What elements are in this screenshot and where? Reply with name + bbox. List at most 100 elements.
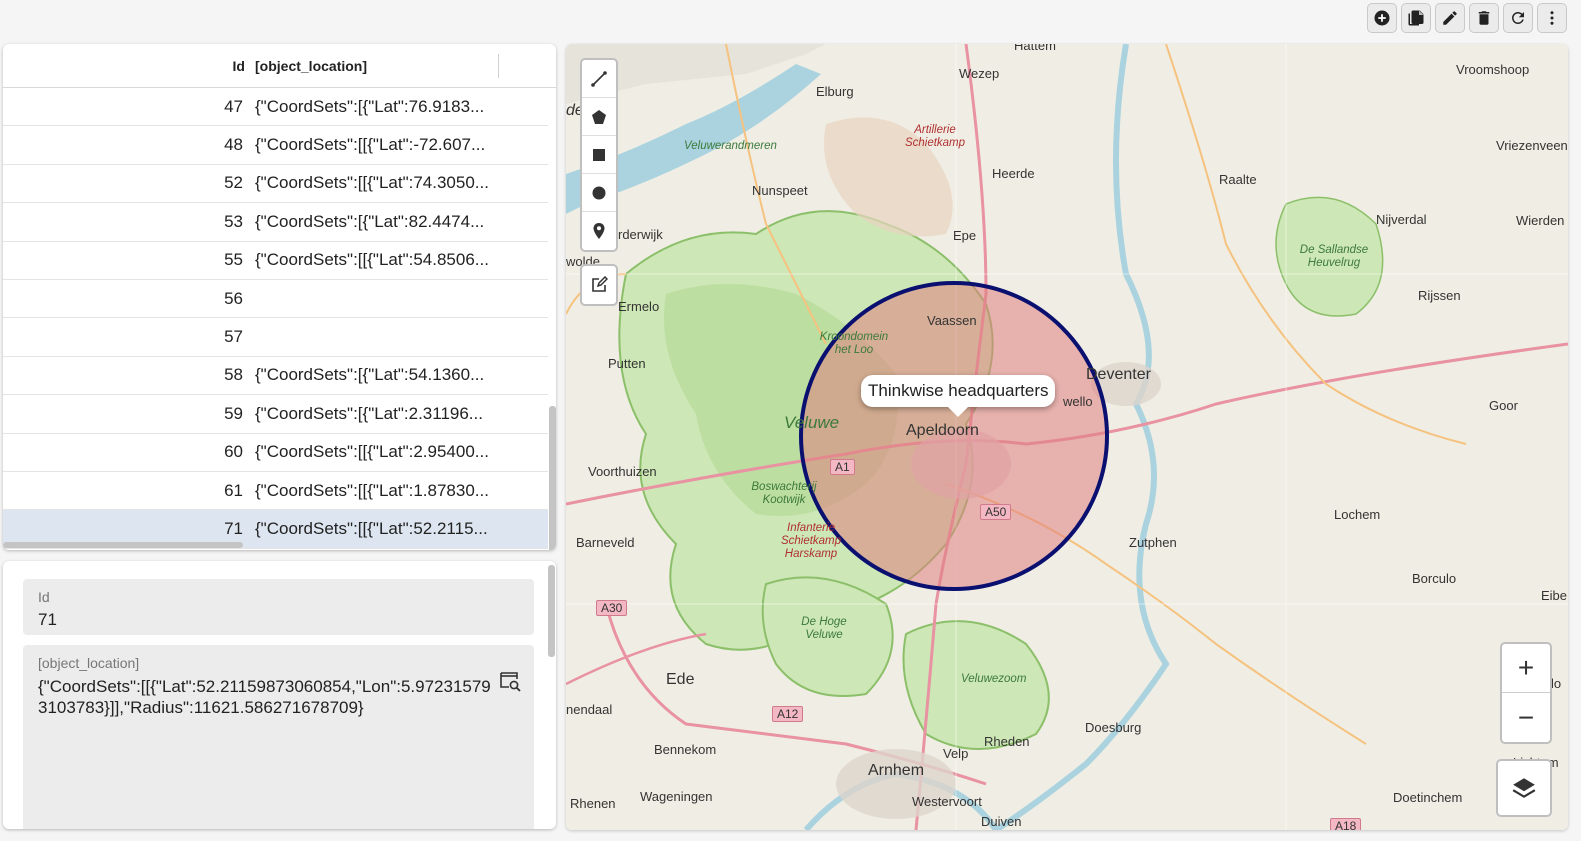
draw-polygon-button[interactable] <box>582 98 616 136</box>
draw-rectangle-button[interactable] <box>582 136 616 174</box>
cell-object-location: {"CoordSets":[[{"Lat":74.3050... <box>255 173 489 193</box>
place-label: Doetinchem <box>1393 790 1463 805</box>
place-label: Wezep <box>959 66 1000 81</box>
place-label: Nijverdal <box>1376 212 1427 227</box>
place-label: Wierden <box>1516 213 1565 228</box>
place-label: Duiven <box>981 814 1022 829</box>
more-button[interactable] <box>1537 3 1567 33</box>
table-row[interactable]: 52 {"CoordSets":[[{"Lat":74.3050... <box>3 165 548 204</box>
place-label: Kroondomein het Loo <box>819 331 889 356</box>
table-row[interactable]: 59 {"CoordSets":[{"Lat":2.31196... <box>3 395 548 434</box>
column-header-id[interactable]: Id <box>3 58 249 74</box>
table-row[interactable]: 57 <box>3 318 548 357</box>
map-tiles <box>566 44 1568 830</box>
cell-object-location: {"CoordSets":[[{"Lat":2.95400... <box>255 442 489 462</box>
grid-horizontal-scrollbar[interactable] <box>3 542 243 548</box>
cell-id: 60 <box>224 442 243 462</box>
place-label: Zutphen <box>1129 535 1177 550</box>
draw-toolbar <box>580 58 618 252</box>
cell-id: 59 <box>224 403 243 423</box>
place-label: De Hoge Veluwe <box>801 616 847 641</box>
cell-id: 48 <box>224 135 243 155</box>
draw-circle-button[interactable] <box>582 174 616 212</box>
form-scrollbar[interactable] <box>548 565 555 657</box>
detail-form: Id 71 [object_location] {"CoordSets":[[{… <box>3 561 556 829</box>
draw-marker-button[interactable] <box>582 212 616 250</box>
layers-button[interactable] <box>1496 759 1552 817</box>
place-label: Epe <box>953 228 977 243</box>
edit-layers-button[interactable] <box>580 264 618 306</box>
place-label: Westervoort <box>912 794 982 809</box>
table-row[interactable]: 56 <box>3 280 548 319</box>
place-label: Veluwezoom <box>961 673 1027 685</box>
cell-id: 55 <box>224 250 243 270</box>
place-label: Infanterie Schietkamp Harskamp <box>780 522 842 560</box>
add-button[interactable] <box>1367 3 1397 33</box>
place-label: Raalte <box>1219 172 1257 187</box>
zoom-out-button[interactable]: − <box>1502 693 1550 742</box>
place-label: Vroomshoop <box>1456 62 1530 77</box>
delete-button[interactable] <box>1469 3 1499 33</box>
map-view[interactable]: Hattem Wezep Elburg Vroomshoop Artilleri… <box>566 44 1568 830</box>
cell-object-location: {"CoordSets":[{"Lat":2.31196... <box>255 403 483 423</box>
refresh-button[interactable] <box>1503 3 1533 33</box>
cell-id: 61 <box>224 480 243 500</box>
road-shield: A1 <box>830 459 855 475</box>
edit-button[interactable] <box>1435 3 1465 33</box>
table-row[interactable]: 53 {"CoordSets":[{"Lat":82.4474... <box>3 203 548 242</box>
cell-object-location: {"CoordSets":[[{"Lat":52.2115... <box>255 518 488 538</box>
place-label: wello <box>1063 394 1093 409</box>
place-label: Veluwe <box>784 413 840 432</box>
place-label: Deventer <box>1086 366 1151 383</box>
id-field[interactable]: Id 71 <box>23 579 534 635</box>
column-header-object-location[interactable]: [object_location] <box>249 58 493 74</box>
road-shield: A18 <box>1330 818 1362 830</box>
id-field-label: Id <box>38 589 50 605</box>
table-row[interactable]: 47 {"CoordSets":[{"Lat":76.9183... <box>3 88 548 127</box>
object-location-field-label: [object_location] <box>38 655 140 671</box>
zoom-in-button[interactable]: + <box>1502 644 1550 693</box>
cell-object-location: {"CoordSets":[{"Lat":82.4474... <box>255 211 485 231</box>
cell-id: 47 <box>224 96 243 116</box>
table-row[interactable]: 48 {"CoordSets":[[{"Lat":-72.607... <box>3 126 548 165</box>
cell-object-location: {"CoordSets":[[{"Lat":-72.607... <box>255 135 486 155</box>
place-label: rderwijk <box>618 227 663 242</box>
draw-polyline-button[interactable] <box>582 60 616 98</box>
place-label: Doesburg <box>1085 720 1142 735</box>
marker-icon <box>593 223 605 239</box>
cell-id: 52 <box>224 173 243 193</box>
rectangle-icon <box>593 148 605 161</box>
copy-button[interactable] <box>1401 3 1431 33</box>
grid-header: Id [object_location] <box>3 44 556 88</box>
place-label: Lochem <box>1334 507 1381 522</box>
table-row[interactable]: 55 {"CoordSets":[[{"Lat":54.8506... <box>3 242 548 280</box>
column-divider[interactable] <box>498 54 499 78</box>
data-grid: Id [object_location] 47 {"CoordSets":[{"L… <box>3 44 556 550</box>
place-label: Borculo <box>1412 571 1457 586</box>
table-row[interactable]: 60 {"CoordSets":[[{"Lat":2.95400... <box>3 434 548 472</box>
cell-id: 71 <box>224 518 243 538</box>
object-location-field[interactable]: [object_location] {"CoordSets":[[{"Lat":… <box>23 645 534 829</box>
cell-id: 58 <box>224 365 243 385</box>
place-label: Heerde <box>992 166 1035 181</box>
place-label: Putten <box>608 356 646 371</box>
action-toolbar <box>1367 3 1567 33</box>
place-label: Rheden <box>984 734 1030 749</box>
place-label: Hattem <box>1014 44 1056 53</box>
table-row[interactable]: 58 {"CoordSets":[{"Lat":54.1360... <box>3 357 548 396</box>
cell-object-location: {"CoordSets":[{"Lat":76.9183... <box>255 96 485 116</box>
place-label: Artillerie Schietkamp <box>904 124 966 149</box>
place-label: nendaal <box>566 702 613 717</box>
edit-square-icon <box>592 276 608 292</box>
table-row[interactable]: 61 {"CoordSets":[[{"Lat":1.87830... <box>3 472 548 511</box>
place-label: Arnhem <box>868 762 925 779</box>
road-shield: A50 <box>980 504 1012 520</box>
place-label: Rijssen <box>1418 288 1461 303</box>
place-label: Ermelo <box>618 299 660 314</box>
place-label: De Sallandse Heuvelrug <box>1299 244 1369 269</box>
circle-icon <box>592 186 606 199</box>
grid-vertical-scrollbar[interactable] <box>549 406 556 550</box>
place-label: Voorthuizen <box>588 464 657 479</box>
window-search-icon[interactable] <box>498 669 522 693</box>
cell-id: 56 <box>224 288 243 308</box>
